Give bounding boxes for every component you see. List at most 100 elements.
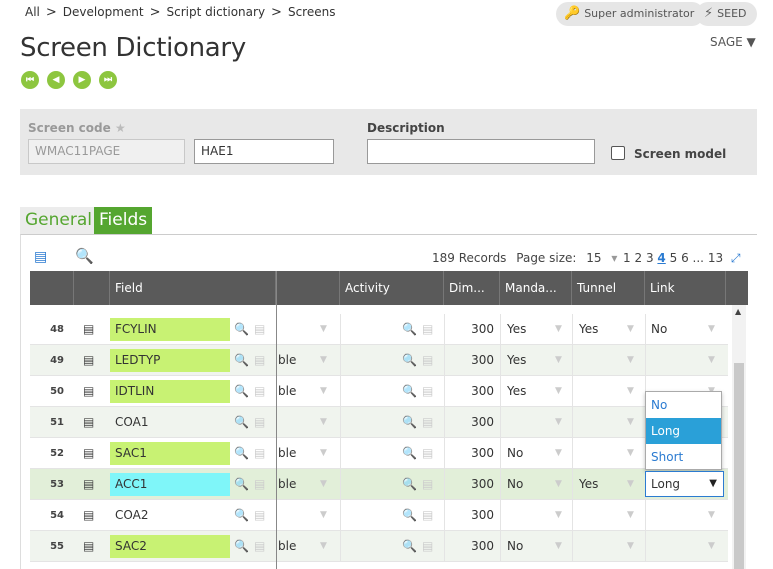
chevron-down-icon[interactable]: ▼ [627,376,634,407]
row-detail-icon[interactable]: ▤ [83,446,94,460]
tab-fields[interactable]: Fields [94,207,153,234]
lookup-icon[interactable]: 🔍 [402,415,417,429]
chevron-down-icon[interactable]: ▼ [708,531,715,562]
link-cell[interactable]: No [651,314,667,345]
row-detail-icon[interactable]: ▤ [83,477,94,491]
chevron-down-icon[interactable]: ▼ [627,407,634,438]
page-size-select[interactable]: 15 [586,251,601,265]
page-link[interactable]: 13 [708,251,723,265]
table-row[interactable]: 49 ▤ LEDTYP 🔍 ▤ ble ▼ 🔍 ▤ 300 Yes ▼ ▼ ▼ [30,345,728,376]
mandatory-cell[interactable]: Yes [507,376,526,407]
field-cell[interactable]: IDTLIN [110,380,230,403]
link-option-long[interactable]: Long [646,418,721,444]
table-row[interactable]: 50▤IDTLIN🔍▤ble▼🔍▤300Yes▼▼▼ [30,376,728,407]
header-col2[interactable] [276,271,340,305]
dimension-cell[interactable]: 300 [444,376,494,407]
header-link[interactable]: Link [645,271,726,305]
field-cell[interactable]: COA1 [110,411,230,434]
dimension-cell[interactable]: 300 [444,500,494,531]
lookup-icon[interactable]: 🔍 [234,446,249,460]
mandatory-cell[interactable]: Yes [507,345,526,376]
breadcrumb-script-dictionary[interactable]: Script dictionary [167,5,266,19]
chevron-down-icon[interactable]: ▼ [627,345,634,376]
col2-cell[interactable]: ble [278,469,296,500]
screen-model-checkbox[interactable] [611,146,625,160]
breadcrumb-development[interactable]: Development [63,5,144,19]
select-list-icon[interactable]: ▤ [422,477,433,491]
chevron-down-icon[interactable]: ▼ [555,500,562,531]
page-link[interactable]: 3 [646,251,654,265]
dimension-cell[interactable]: 300 [444,314,494,345]
chevron-down-icon[interactable]: ▼ [708,314,715,345]
description-input[interactable] [367,139,595,164]
scroll-thumb[interactable] [734,363,744,569]
expand-icon[interactable]: ⤢ [731,251,741,265]
chevron-down-icon[interactable]: ▼ [320,531,327,562]
lookup-icon[interactable]: 🔍 [234,415,249,429]
lookup-icon[interactable]: 🔍 [402,322,417,336]
lookup-icon[interactable]: 🔍 [402,539,417,553]
chevron-down-icon[interactable]: ▼ [627,500,634,531]
header-dimension[interactable]: Dim... [444,271,500,305]
chevron-down-icon[interactable]: ▼ [320,376,327,407]
page-link-current[interactable]: 4 [657,251,665,265]
chevron-down-icon[interactable]: ▼ [627,531,634,562]
lookup-icon[interactable]: 🔍 [402,446,417,460]
select-list-icon[interactable]: ▤ [254,353,265,367]
page-size-chevron-icon[interactable]: ▾ [611,251,617,265]
previous-record-icon[interactable]: ◀ [47,71,65,89]
lookup-icon[interactable]: 🔍 [402,353,417,367]
header-mandatory[interactable]: Manda... [500,271,572,305]
dimension-cell[interactable]: 300 [444,407,494,438]
chevron-down-icon[interactable]: ▼ [627,314,634,345]
link-option-short[interactable]: Short [646,444,721,470]
next-record-icon[interactable]: ▶ [73,71,91,89]
chevron-down-icon[interactable]: ▼ [555,407,562,438]
page-link[interactable]: 2 [634,251,642,265]
select-list-icon[interactable]: ▤ [422,415,433,429]
table-row[interactable]: 48 ▤ FCYLIN 🔍 ▤ ▼ 🔍 ▤ 300 Yes ▼ Yes ▼ No ▼ [30,314,728,345]
company-selector[interactable]: SAGE ▼ [710,35,756,49]
chevron-down-icon[interactable]: ▼ [708,500,715,531]
row-detail-icon[interactable]: ▤ [83,384,94,398]
select-list-icon[interactable]: ▤ [254,539,265,553]
field-cell[interactable]: FCYLIN [110,318,230,341]
page-link[interactable]: 6 [681,251,689,265]
tunnel-cell[interactable]: Yes [579,314,598,345]
dimension-cell[interactable]: 300 [444,469,494,500]
chevron-down-icon[interactable]: ▼ [320,500,327,531]
link-option-no[interactable]: No [646,392,721,418]
lookup-icon[interactable]: 🔍 [402,508,417,522]
grid-scrollbar[interactable]: ▲ [732,305,746,569]
table-row[interactable]: 52▤SAC1🔍▤ble▼🔍▤300No▼▼▼ [30,438,728,469]
field-cell[interactable]: COA2 [110,504,230,527]
chevron-down-icon[interactable]: ▼ [555,531,562,562]
lookup-icon[interactable]: 🔍 [234,353,249,367]
dimension-cell[interactable]: 300 [444,531,494,562]
chevron-down-icon[interactable]: ▼ [555,376,562,407]
lookup-icon[interactable]: 🔍 [402,477,417,491]
user-role-button[interactable]: 🔑 Super administrator [556,2,705,26]
chevron-down-icon[interactable]: ▼ [320,407,327,438]
select-list-icon[interactable]: ▤ [254,477,265,491]
chevron-down-icon[interactable]: ▼ [320,314,327,345]
lookup-icon[interactable]: 🔍 [234,508,249,522]
header-field[interactable]: Field [110,271,276,305]
link-select[interactable]: Long ▼ [645,471,724,497]
table-row[interactable]: 54 ▤ COA2 🔍 ▤ ▼ 🔍 ▤ 300 ▼ ▼ ▼ [30,500,728,531]
chevron-down-icon[interactable]: ▼ [555,314,562,345]
row-detail-icon[interactable]: ▤ [83,322,94,336]
field-cell[interactable]: ACC1 [110,473,230,496]
mandatory-cell[interactable]: No [507,438,523,469]
lookup-icon[interactable]: 🔍 [234,477,249,491]
col2-cell[interactable]: ble [278,376,296,407]
select-list-icon[interactable]: ▤ [422,539,433,553]
row-detail-icon[interactable]: ▤ [83,415,94,429]
breadcrumb-all[interactable]: All [25,5,40,19]
chevron-down-icon[interactable]: ▼ [555,345,562,376]
chevron-down-icon[interactable]: ▼ [555,469,562,500]
chevron-down-icon[interactable]: ▼ [320,469,327,500]
select-list-icon[interactable]: ▤ [254,384,265,398]
screen-code-secondary-input[interactable]: HAE1 [194,139,334,164]
select-list-icon[interactable]: ▤ [422,384,433,398]
